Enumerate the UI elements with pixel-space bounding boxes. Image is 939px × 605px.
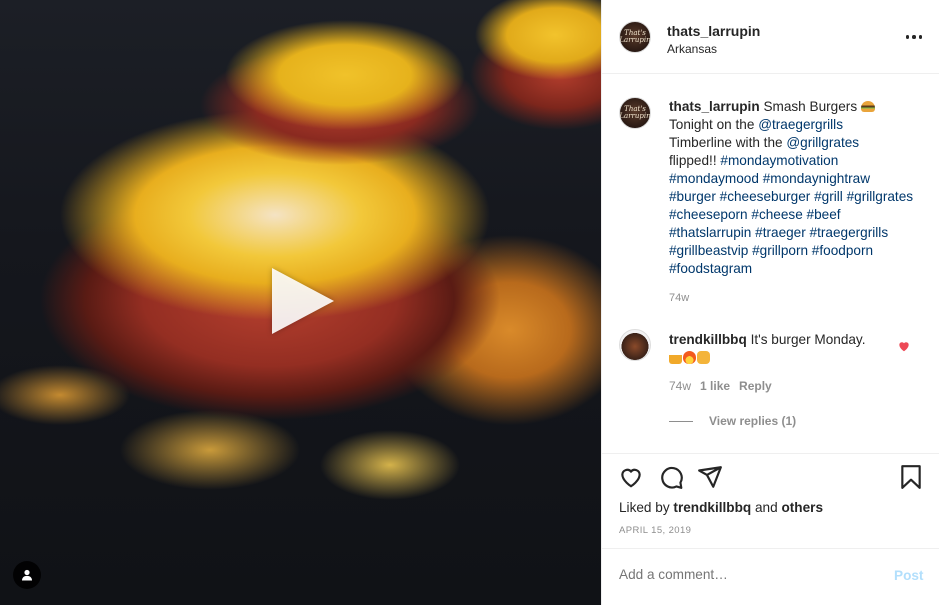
fist-emoji-icon [697, 351, 710, 364]
share-send-icon[interactable] [697, 464, 723, 490]
post-header: That's Larrupin thats_larrupin Arkansas [602, 0, 939, 74]
user-icon [22, 569, 32, 581]
caption-intro: Smash Burgers [763, 99, 861, 114]
caption-avatar[interactable]: That's Larrupin [619, 97, 651, 129]
view-replies-label[interactable]: View replies (1) [709, 414, 796, 428]
add-comment-input[interactable] [619, 567, 879, 582]
caption-text: thats_larrupin Smash Burgers Tonight on … [669, 99, 914, 276]
like-heart-icon[interactable] [618, 464, 644, 490]
comment-text: trendkillbbq It's burger Monday. [669, 331, 889, 367]
comment-bubble-icon[interactable] [658, 464, 684, 490]
save-bookmark-icon[interactable] [898, 464, 924, 490]
header-location[interactable]: Arkansas [667, 42, 717, 56]
liked-by-others[interactable]: others [781, 500, 823, 515]
avatar-logo-text: That's Larrupin [619, 105, 651, 120]
mention-traegergrills[interactable]: @traegergrills [758, 117, 843, 132]
reply-button[interactable]: Reply [739, 379, 772, 393]
comment-likes[interactable]: 1 like [700, 379, 730, 393]
post-comment-button[interactable]: Post [894, 568, 923, 583]
comment-like-heart-icon[interactable] [897, 339, 911, 353]
avatar-logo-text: That's Larrupin [619, 29, 651, 44]
avatar[interactable]: That's Larrupin [619, 21, 651, 53]
caption-timestamp[interactable]: 74w [669, 292, 689, 304]
add-comment-bar: Post [602, 548, 939, 605]
replies-divider-line [669, 420, 693, 422]
mention-grillgrates[interactable]: @grillgrates [786, 135, 859, 150]
liked-by-text: Liked by trendkillbbq and others [619, 500, 823, 515]
header-username[interactable]: thats_larrupin [667, 23, 760, 39]
post-actions: Liked by trendkillbbq and others APRIL 1… [602, 453, 939, 556]
burger-emoji-icon [860, 101, 875, 112]
comment-avatar[interactable] [619, 329, 651, 361]
play-icon[interactable] [272, 268, 334, 334]
beer-emoji-icon [669, 351, 682, 364]
post-side-panel: That's Larrupin thats_larrupin Arkansas … [601, 0, 939, 605]
comment-body: It's burger Monday. [750, 332, 866, 347]
fire-emoji-icon [683, 351, 696, 364]
tagged-user-button[interactable] [13, 561, 41, 589]
view-replies-button[interactable]: View replies (1) [669, 414, 796, 428]
post-media-video[interactable] [0, 0, 601, 605]
liked-by-user[interactable]: trendkillbbq [673, 500, 751, 515]
more-options-icon[interactable] [902, 28, 926, 46]
post-date[interactable]: APRIL 15, 2019 [619, 525, 691, 536]
comment-emojis [669, 351, 710, 364]
comment-username[interactable]: trendkillbbq [669, 332, 747, 347]
comments-section: That's Larrupin thats_larrupin Smash Bur… [602, 75, 939, 453]
caption-username[interactable]: thats_larrupin [669, 99, 760, 114]
comment-meta: 74w 1 like Reply [669, 379, 772, 393]
caption-hashtags[interactable]: #mondaymotivation #mondaymood #mondaynig… [669, 153, 913, 276]
comment-timestamp[interactable]: 74w [669, 379, 691, 393]
